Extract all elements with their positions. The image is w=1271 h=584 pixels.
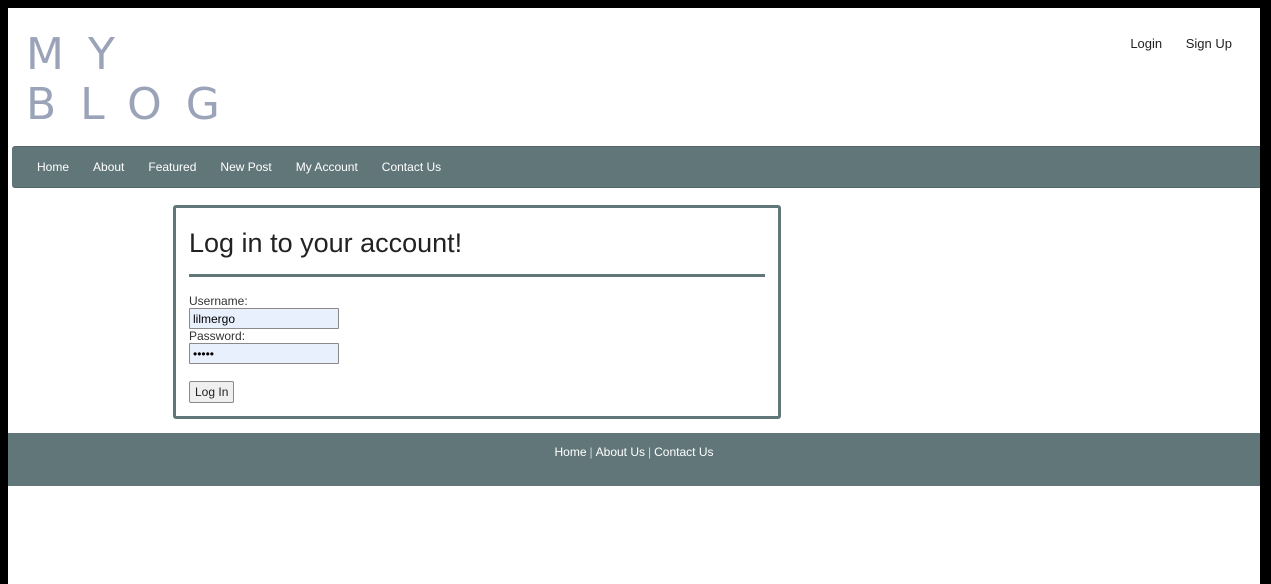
login-button[interactable]: Log In [189,381,235,403]
login-link[interactable]: Login [1130,36,1162,51]
signup-link[interactable]: Sign Up [1186,36,1232,51]
nav-item-about[interactable]: About [93,160,124,174]
main-nav: Home About Featured New Post My Account … [12,146,1260,188]
account-links: Login Sign Up [1110,36,1232,51]
logo-line-1: MY [26,29,139,80]
password-input[interactable] [189,343,339,364]
footer-link-about-us[interactable]: About Us [596,445,645,459]
nav-item-featured[interactable]: Featured [148,160,196,174]
nav-item-my-account[interactable]: My Account [296,160,358,174]
username-label: Username: [189,294,248,308]
login-card: Log in to your account! Username: Passwo… [173,205,781,419]
footer-link-home[interactable]: Home [555,445,587,459]
password-label: Password: [189,329,246,343]
title-divider [189,274,765,277]
username-input[interactable] [189,308,339,329]
nav-item-contact-us[interactable]: Contact Us [382,160,441,174]
footer-link-contact-us[interactable]: Contact Us [654,445,713,459]
nav-item-new-post[interactable]: New Post [220,160,271,174]
site-logo[interactable]: MY BLOG [26,30,244,130]
page-frame: MY BLOG Login Sign Up Home About Feature… [8,8,1260,584]
footer-separator: | [589,445,593,459]
site-footer: Home | About Us | Contact Us [8,433,1260,486]
logo-line-2: BLOG [26,79,244,130]
footer-separator: | [648,445,652,459]
nav-item-home[interactable]: Home [37,160,69,174]
login-title: Log in to your account! [189,228,463,258]
footer-links: Home | About Us | Contact Us [8,433,1260,459]
